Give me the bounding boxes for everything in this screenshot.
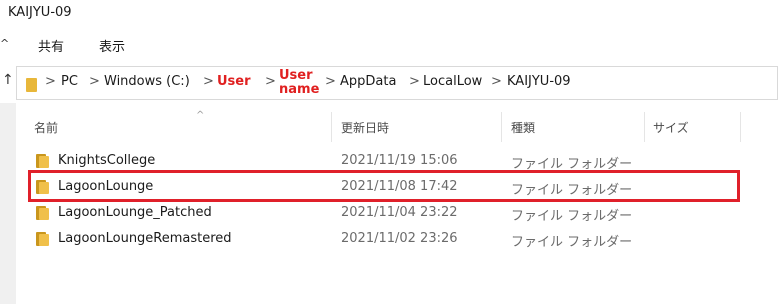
tab-share[interactable]: 共有 bbox=[38, 36, 64, 55]
file-type: ファイル フォルダー bbox=[511, 235, 633, 250]
file-row[interactable]: LagoonLounge_Patched 2021/11/04 23:22 ファ… bbox=[16, 200, 756, 226]
chevron-right-icon[interactable]: > bbox=[265, 74, 276, 89]
chevron-right-icon[interactable]: > bbox=[491, 74, 502, 89]
breadcrumb-drive[interactable]: Windows (C:) bbox=[104, 74, 190, 89]
column-divider[interactable] bbox=[501, 112, 502, 142]
up-arrow-icon[interactable]: ↑ bbox=[2, 72, 14, 88]
ribbon: ^ 共有 表示 bbox=[0, 28, 779, 60]
breadcrumb-user[interactable]: User bbox=[217, 74, 251, 89]
column-type[interactable]: 種類 bbox=[511, 119, 535, 136]
file-name: LagoonLoungeRemastered bbox=[58, 231, 232, 246]
breadcrumb-username[interactable]: User name bbox=[279, 69, 319, 97]
column-name[interactable]: 名前 bbox=[34, 119, 58, 136]
column-divider[interactable] bbox=[644, 112, 645, 142]
breadcrumb-current[interactable]: KAIJYU-09 bbox=[507, 74, 571, 89]
file-name: KnightsCollege bbox=[58, 153, 156, 168]
folder-icon bbox=[36, 154, 49, 168]
sort-ascending-icon: ^ bbox=[196, 110, 205, 121]
file-name: LagoonLounge_Patched bbox=[58, 205, 212, 220]
column-divider[interactable] bbox=[331, 112, 332, 142]
highlight-box bbox=[28, 170, 740, 202]
column-header: ^ 名前 更新日時 種類 サイズ bbox=[16, 110, 756, 142]
breadcrumb-appdata[interactable]: AppData bbox=[340, 74, 396, 89]
window-title: KAIJYU-09 bbox=[8, 5, 72, 20]
file-date: 2021/11/02 23:26 bbox=[341, 231, 458, 246]
navigation-pane[interactable] bbox=[0, 103, 16, 304]
tab-view[interactable]: 表示 bbox=[99, 36, 125, 55]
chevron-right-icon[interactable]: > bbox=[325, 74, 336, 89]
file-date: 2021/11/19 15:06 bbox=[341, 153, 458, 168]
title-bar: KAIJYU-09 bbox=[0, 0, 779, 26]
chevron-right-icon[interactable]: > bbox=[45, 74, 56, 89]
folder-icon bbox=[36, 232, 49, 246]
file-type: ファイル フォルダー bbox=[511, 209, 633, 224]
column-divider[interactable] bbox=[740, 112, 741, 142]
folder-icon bbox=[26, 78, 37, 92]
folder-icon bbox=[36, 206, 49, 220]
breadcrumb-pc[interactable]: PC bbox=[61, 74, 78, 89]
chevron-right-icon[interactable]: > bbox=[409, 74, 420, 89]
chevron-right-icon[interactable]: > bbox=[89, 74, 100, 89]
chevron-right-icon[interactable]: > bbox=[203, 74, 214, 89]
address-row: ↑ > PC > Windows (C:) > User > User name… bbox=[0, 62, 779, 102]
address-bar[interactable]: > PC > Windows (C:) > User > User name >… bbox=[16, 66, 778, 100]
breadcrumb-locallow[interactable]: LocalLow bbox=[423, 74, 482, 89]
column-size[interactable]: サイズ bbox=[653, 119, 689, 136]
ribbon-chevron-icon[interactable]: ^ bbox=[0, 37, 9, 50]
file-date: 2021/11/04 23:22 bbox=[341, 205, 458, 220]
column-modified[interactable]: 更新日時 bbox=[341, 119, 389, 136]
file-row[interactable]: LagoonLoungeRemastered 2021/11/02 23:26 … bbox=[16, 226, 756, 252]
